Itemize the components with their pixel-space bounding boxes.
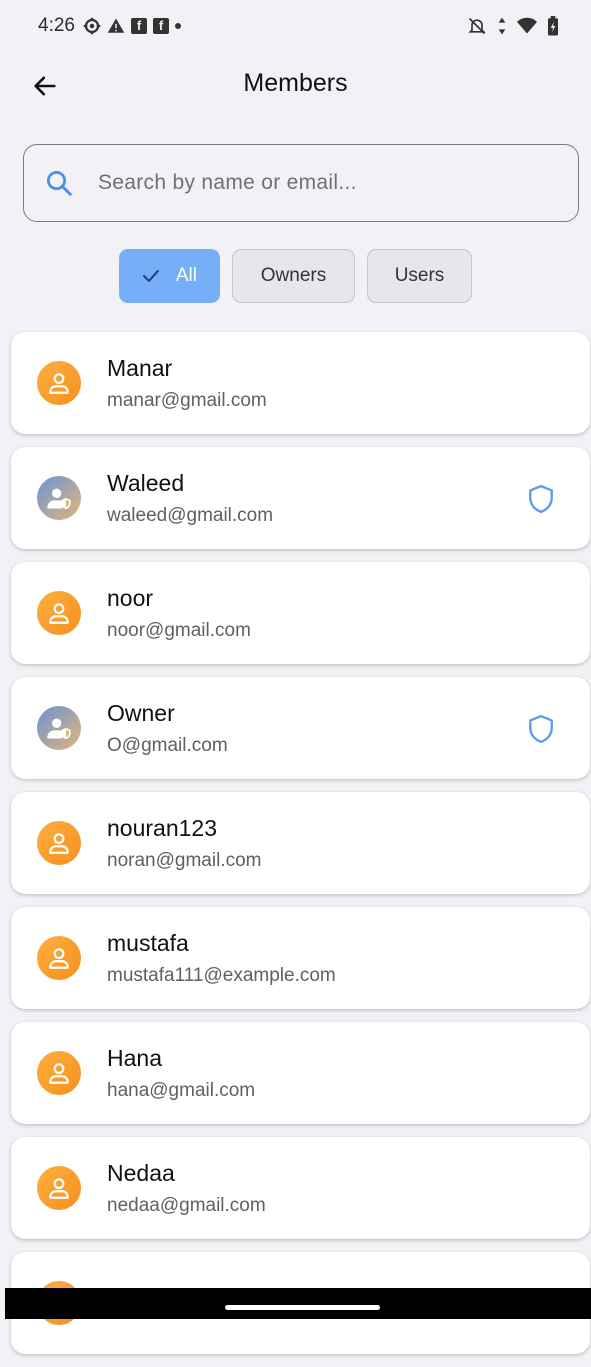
avatar: [37, 1051, 81, 1095]
home-handle[interactable]: [225, 1305, 380, 1310]
member-info: nouran123 noran@gmail.com: [107, 815, 590, 872]
member-email: nedaa@gmail.com: [107, 1194, 266, 1216]
avatar: [37, 361, 81, 405]
search-bar[interactable]: [23, 144, 579, 222]
check-icon: [142, 270, 159, 282]
search-icon: [47, 171, 72, 196]
avatar: [37, 591, 81, 635]
person-icon: [49, 1178, 69, 1199]
member-name: Hana: [107, 1044, 162, 1071]
member-info: Manar manar@gmail.com: [107, 355, 590, 412]
avatar: [37, 706, 81, 750]
member-email: O@gmail.com: [107, 734, 228, 756]
filter-chip-owners[interactable]: Owners: [232, 249, 355, 303]
search-input[interactable]: [96, 170, 578, 196]
member-card[interactable]: nouran123 noran@gmail.com: [11, 792, 590, 894]
filter-chips: All Owners Users: [0, 249, 591, 303]
member-name: Waleed: [107, 469, 185, 496]
settings-icon: [83, 17, 101, 35]
member-email: hana@gmail.com: [107, 1079, 256, 1101]
filter-chip-users[interactable]: Users: [367, 249, 472, 303]
member-name: noor: [107, 584, 154, 611]
filter-chip-all[interactable]: All: [119, 249, 220, 303]
dot-icon: [174, 23, 181, 29]
wifi-icon: [517, 17, 537, 35]
member-card[interactable]: mustafa mustafa111@example.com: [11, 907, 590, 1009]
member-email: mustafa111@example.com: [107, 964, 336, 986]
app-bar: Members: [0, 55, 591, 117]
notifications-off-icon: [467, 16, 487, 36]
member-card[interactable]: Waleed waleed@gmail.com: [11, 447, 590, 549]
member-card[interactable]: Manar manar@gmail.com: [11, 332, 590, 434]
person-icon: [49, 948, 69, 969]
admin-person-icon: [47, 488, 71, 510]
facebook-icon: f: [130, 18, 147, 34]
member-card[interactable]: Nedaa nedaa@gmail.com: [11, 1137, 590, 1239]
shield-icon: [529, 714, 553, 744]
shield-icon: [529, 484, 553, 514]
status-bar: 4:26 f f: [0, 0, 591, 52]
status-time: 4:26: [38, 15, 75, 36]
member-info: Hana hana@gmail.com: [107, 1045, 590, 1102]
person-icon: [49, 373, 69, 394]
members-list: Manar manar@gmail.com Waleed waleed@gmail.c…: [11, 332, 590, 1367]
filter-chip-all-label: All: [175, 265, 197, 286]
member-name: Owner: [107, 699, 175, 726]
person-icon: [49, 603, 69, 624]
member-card[interactable]: noor noor@gmail.com: [11, 562, 590, 664]
member-name: Nedaa: [107, 1159, 175, 1186]
facebook-icon: f: [152, 18, 169, 34]
member-info: Waleed waleed@gmail.com: [107, 470, 590, 527]
member-card[interactable]: Owner O@gmail.com: [11, 677, 590, 779]
person-icon: [49, 1063, 69, 1084]
member-email: noor@gmail.com: [107, 619, 251, 641]
person-icon: [49, 833, 69, 854]
member-name: mustafa: [107, 929, 189, 956]
battery-icon: [547, 16, 559, 36]
member-info: Nedaa nedaa@gmail.com: [107, 1160, 590, 1217]
data-arrows-icon: [497, 16, 507, 36]
member-info: Owner O@gmail.com: [107, 700, 590, 757]
filter-chip-users-label: Users: [394, 265, 445, 286]
member-email: manar@gmail.com: [107, 389, 267, 411]
member-name: nouran123: [107, 814, 217, 841]
navigation-bar: [5, 1288, 591, 1319]
avatar: [37, 936, 81, 980]
filter-chip-owners-label: Owners: [260, 265, 327, 286]
page-title: Members: [243, 69, 348, 97]
member-email: waleed@gmail.com: [107, 504, 274, 526]
member-email: noran@gmail.com: [107, 849, 262, 871]
member-name: Manar: [107, 354, 173, 381]
avatar: [37, 1166, 81, 1210]
warning-icon: [107, 17, 125, 35]
member-card[interactable]: Hana hana@gmail.com: [11, 1022, 590, 1124]
avatar: [37, 476, 81, 520]
member-info: mustafa mustafa111@example.com: [107, 930, 590, 987]
admin-person-icon: [47, 718, 71, 740]
member-info: noor noor@gmail.com: [107, 585, 590, 642]
avatar: [37, 821, 81, 865]
